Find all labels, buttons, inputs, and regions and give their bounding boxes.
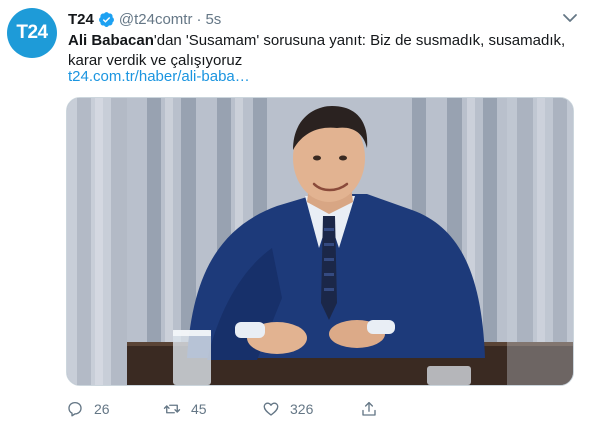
tweet-timestamp[interactable]: 5s bbox=[205, 11, 221, 28]
chevron-down-icon[interactable] bbox=[561, 11, 579, 25]
retweet-count: 45 bbox=[191, 401, 207, 417]
tweet-card[interactable]: T24 T24 @t24comtr · 5s Ali Babacan'dan '… bbox=[0, 0, 616, 427]
retweet-button[interactable]: 45 bbox=[163, 398, 207, 420]
retweet-icon bbox=[163, 404, 181, 414]
photo-illustration bbox=[67, 98, 573, 385]
tweet-link[interactable]: t24.com.tr/haber/ali-baba… bbox=[68, 68, 250, 85]
like-button[interactable]: 326 bbox=[262, 398, 313, 420]
share-button[interactable] bbox=[360, 398, 378, 420]
like-count: 326 bbox=[290, 401, 314, 417]
reply-count: 26 bbox=[94, 401, 110, 417]
tweet-actions: 26 45 326 bbox=[66, 398, 486, 420]
avatar[interactable]: T24 bbox=[7, 8, 57, 58]
like-icon bbox=[263, 402, 279, 416]
separator-dot: · bbox=[196, 10, 202, 28]
tweet-text: Ali Babacan'dan 'Susamam' sorusuna yanıt… bbox=[68, 31, 568, 71]
tweet-header: T24 @t24comtr · 5s bbox=[68, 9, 221, 29]
tweet-text-bold: Ali Babacan bbox=[68, 32, 154, 49]
avatar-label: T24 bbox=[16, 22, 48, 43]
tweet-photo[interactable] bbox=[66, 97, 574, 386]
reply-button[interactable]: 26 bbox=[66, 398, 110, 420]
author-handle[interactable]: @t24comtr bbox=[119, 11, 193, 28]
share-icon bbox=[362, 401, 376, 416]
verified-badge-icon bbox=[98, 11, 114, 27]
reply-icon bbox=[68, 401, 82, 417]
author-name[interactable]: T24 bbox=[68, 11, 94, 28]
